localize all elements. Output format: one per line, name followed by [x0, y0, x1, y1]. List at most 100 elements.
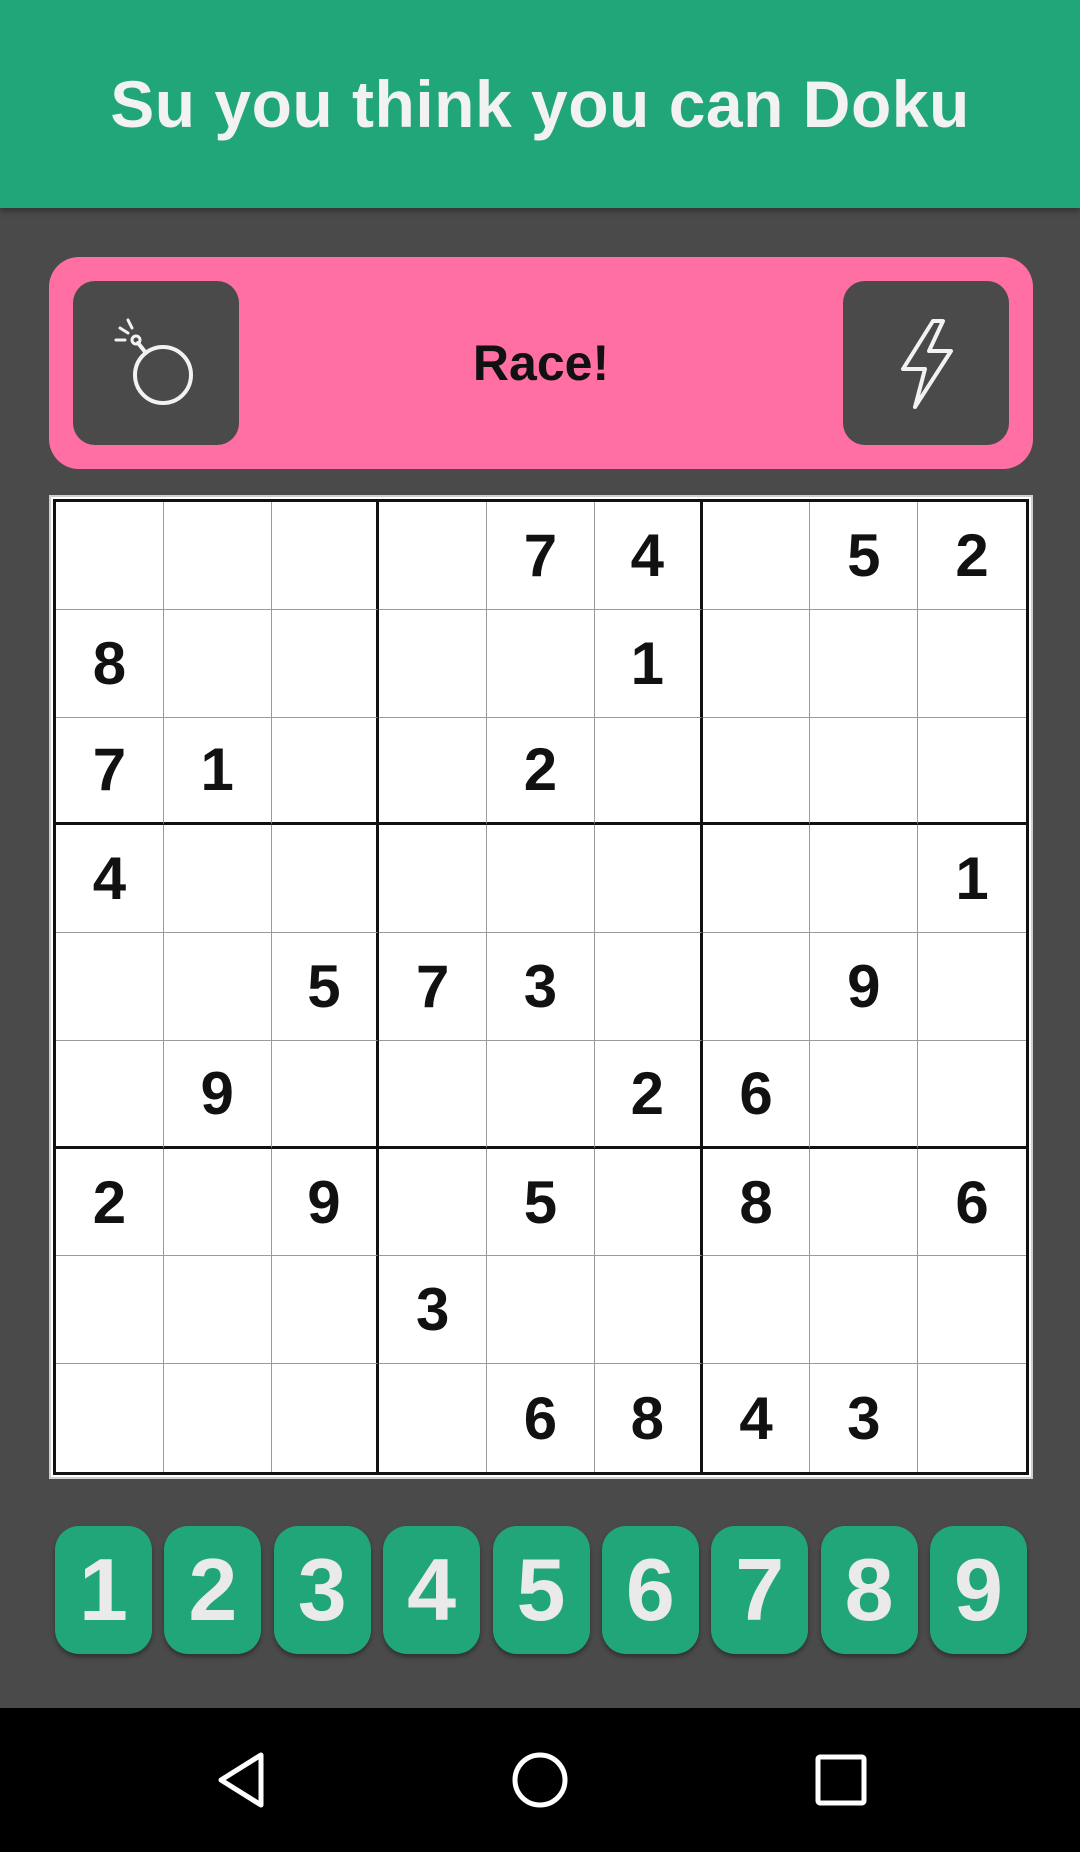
sudoku-cell[interactable]: [918, 933, 1026, 1041]
sudoku-cell[interactable]: 7: [487, 502, 595, 610]
sudoku-cell[interactable]: [56, 1040, 164, 1149]
sudoku-cell[interactable]: [271, 717, 380, 826]
sudoku-cell[interactable]: [810, 1256, 919, 1365]
sudoku-cell[interactable]: 9: [163, 1040, 272, 1149]
sudoku-cell[interactable]: 6: [487, 1364, 595, 1472]
sudoku-cell[interactable]: [702, 1256, 811, 1365]
number-key-6[interactable]: 6: [601, 1526, 699, 1654]
sudoku-cell[interactable]: [487, 1256, 595, 1365]
sudoku-cell[interactable]: [379, 1148, 488, 1257]
sudoku-cell[interactable]: [271, 825, 380, 934]
sudoku-cell[interactable]: [810, 825, 919, 934]
sudoku-cell[interactable]: 9: [810, 933, 919, 1041]
number-keypad: 123456789: [55, 1526, 1027, 1654]
sudoku-cell[interactable]: 5: [810, 502, 919, 610]
sudoku-cell[interactable]: [271, 609, 380, 718]
sudoku-cell[interactable]: 2: [918, 502, 1026, 610]
sudoku-cell[interactable]: [487, 825, 595, 934]
sudoku-cell[interactable]: [702, 933, 811, 1041]
sudoku-cell[interactable]: 1: [918, 825, 1026, 934]
sudoku-cell[interactable]: 3: [810, 1364, 919, 1472]
sudoku-cell[interactable]: 5: [271, 933, 380, 1041]
sudoku-cell[interactable]: 1: [163, 717, 272, 826]
sudoku-cell[interactable]: 4: [56, 825, 164, 934]
sudoku-cell[interactable]: [918, 718, 1026, 826]
sudoku-cell[interactable]: 3: [487, 933, 595, 1041]
sudoku-cell[interactable]: [379, 609, 488, 718]
back-button[interactable]: [162, 1708, 322, 1852]
sudoku-cell[interactable]: [272, 1364, 380, 1472]
sudoku-cell[interactable]: [163, 1256, 272, 1365]
lightning-icon: [901, 319, 953, 409]
sudoku-cell[interactable]: 6: [918, 1149, 1026, 1257]
number-key-3[interactable]: 3: [273, 1526, 371, 1654]
sudoku-cell[interactable]: [594, 717, 703, 826]
sudoku-cell[interactable]: [379, 502, 488, 610]
sudoku-cell[interactable]: [379, 1040, 488, 1149]
sudoku-cell[interactable]: 9: [271, 1148, 380, 1257]
sudoku-cell[interactable]: [56, 502, 164, 610]
sudoku-cell[interactable]: 2: [594, 1040, 703, 1149]
sudoku-cell[interactable]: [918, 610, 1026, 718]
sudoku-cell[interactable]: [56, 933, 164, 1041]
sudoku-cell[interactable]: 8: [595, 1364, 703, 1472]
sudoku-cell[interactable]: 7: [379, 933, 488, 1041]
sudoku-cell[interactable]: 5: [487, 1148, 595, 1257]
number-key-1[interactable]: 1: [55, 1526, 152, 1654]
sudoku-cell[interactable]: 8: [56, 609, 164, 718]
sudoku-cell[interactable]: [702, 825, 811, 934]
lightning-button[interactable]: [843, 281, 1009, 445]
number-key-4[interactable]: 4: [383, 1526, 481, 1654]
sudoku-cell[interactable]: [810, 1148, 919, 1257]
sudoku-cell[interactable]: 8: [702, 1148, 811, 1257]
number-key-7[interactable]: 7: [711, 1526, 809, 1654]
sudoku-cell[interactable]: [379, 1364, 488, 1472]
number-key-9[interactable]: 9: [930, 1526, 1027, 1654]
sudoku-cell[interactable]: [163, 933, 272, 1041]
sudoku-cell[interactable]: 3: [379, 1256, 488, 1365]
sudoku-cell[interactable]: [487, 1040, 595, 1149]
sudoku-cell[interactable]: [594, 1256, 703, 1365]
sudoku-cell[interactable]: [164, 1364, 272, 1472]
sudoku-cell[interactable]: 4: [703, 1364, 811, 1472]
sudoku-cell[interactable]: 6: [702, 1040, 811, 1149]
sudoku-cell[interactable]: 2: [56, 1148, 164, 1257]
mode-card: Race!: [49, 257, 1033, 469]
sudoku-cell[interactable]: [810, 717, 919, 826]
sudoku-cell[interactable]: [379, 825, 488, 934]
sudoku-cell[interactable]: [810, 1040, 919, 1149]
sudoku-cell[interactable]: [918, 1364, 1026, 1472]
sudoku-grid: 7452817124157399262958636843: [53, 499, 1029, 1475]
home-button[interactable]: [460, 1708, 620, 1852]
sudoku-cell[interactable]: [810, 609, 919, 718]
sudoku-cell[interactable]: [163, 825, 272, 934]
recents-button[interactable]: [761, 1708, 921, 1852]
number-key-2[interactable]: 2: [164, 1526, 262, 1654]
sudoku-cell[interactable]: [379, 717, 488, 826]
sudoku-cell[interactable]: 7: [56, 717, 164, 826]
number-key-8[interactable]: 8: [820, 1526, 918, 1654]
sudoku-cell[interactable]: [56, 1364, 164, 1472]
sudoku-cell[interactable]: [163, 502, 272, 610]
bomb-button[interactable]: [73, 281, 239, 445]
sudoku-cell[interactable]: [702, 502, 811, 610]
sudoku-cell[interactable]: 2: [487, 717, 595, 826]
sudoku-board: 7452817124157399262958636843: [49, 495, 1033, 1479]
sudoku-cell[interactable]: [163, 609, 272, 718]
sudoku-cell[interactable]: [594, 825, 703, 934]
sudoku-cell[interactable]: 1: [594, 609, 703, 718]
sudoku-cell[interactable]: [163, 1148, 272, 1257]
sudoku-cell[interactable]: [594, 933, 703, 1041]
sudoku-cell[interactable]: [56, 1256, 164, 1365]
sudoku-cell[interactable]: [702, 609, 811, 718]
sudoku-cell[interactable]: [918, 1041, 1026, 1149]
sudoku-cell[interactable]: [271, 1256, 380, 1365]
sudoku-cell[interactable]: [271, 502, 380, 610]
sudoku-cell[interactable]: [702, 717, 811, 826]
sudoku-cell[interactable]: [487, 609, 595, 718]
sudoku-cell[interactable]: 4: [594, 502, 703, 610]
sudoku-cell[interactable]: [918, 1256, 1026, 1365]
sudoku-cell[interactable]: [271, 1040, 380, 1149]
number-key-5[interactable]: 5: [492, 1526, 590, 1654]
sudoku-cell[interactable]: [594, 1148, 703, 1257]
